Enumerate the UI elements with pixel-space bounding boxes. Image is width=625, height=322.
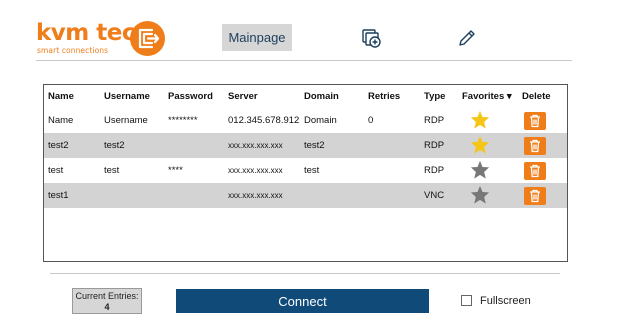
cell-type: RDP [424,115,445,126]
cell-domain: Domain [304,115,337,126]
cell-type: RDP [420,133,458,158]
logo-tagline: smart connections [37,46,109,55]
cell-password [164,133,224,158]
cell-delete [518,158,567,183]
cell-password [164,183,224,208]
header-delete: Delete [522,91,551,102]
trash-icon [530,114,540,127]
header-password[interactable]: Password [164,85,224,108]
connect-button[interactable]: Connect [176,289,429,313]
table-row[interactable]: test test **** xxx.xxx.xxx.xxx test RDP [44,158,567,183]
table-header-row: Name Username Password Server Domain Ret… [44,85,567,108]
pencil-icon[interactable] [456,27,478,54]
current-entries-box: Current Entries: 4 [72,288,142,314]
delete-button[interactable] [524,111,546,130]
current-entries-label: Current Entries: [75,291,139,301]
connections-table: Name Username Password Server Domain Ret… [43,84,568,262]
logo-mark-icon [130,21,165,56]
cell-delete [518,183,567,208]
fullscreen-label[interactable]: Fullscreen [480,295,531,307]
cell-retries [364,183,420,208]
cell-retries [364,133,420,158]
delete-button[interactable] [524,161,546,180]
cell-favorite [458,183,518,208]
header-domain[interactable]: Domain [300,85,364,108]
star-icon[interactable] [470,160,490,179]
cell-favorite [458,158,518,183]
table-row[interactable]: test2 test2 xxx.xxx.xxx.xxx test2 RDP [44,133,567,158]
header-type[interactable]: Type [420,85,458,108]
trash-icon [530,164,540,177]
cell-name: test1 [44,183,100,208]
cell-delete [518,108,567,133]
top-divider [36,60,572,61]
header-favorites[interactable]: Favorites ▾ [458,85,518,108]
header-retries[interactable]: Retries [364,85,420,108]
mainpage-button[interactable]: Mainpage [222,24,292,51]
cell-type: VNC [420,183,458,208]
kvm-tec-logo: kvm tec smart connections [36,16,171,58]
cell-favorite [458,133,518,158]
star-icon[interactable] [470,110,490,129]
delete-button[interactable] [524,136,546,155]
star-icon[interactable] [470,185,490,204]
cell-server: xxx.xxx.xxx.xxx [224,133,300,158]
cell-domain: test2 [300,133,364,158]
cell-password: ******** [168,115,198,126]
cell-username [100,183,164,208]
cell-name: test [48,165,64,176]
header-server[interactable]: Server [224,85,300,108]
cell-username: test2 [100,133,164,158]
cell-server: 012.345.678.912 [228,115,300,126]
cell-retries [364,158,420,183]
logo-brand: kvm tec [36,20,136,46]
current-entries-count: 4 [104,302,110,312]
trash-icon [530,189,540,202]
cell-favorite [458,108,518,133]
cell-type: RDP [424,165,445,176]
cell-password: **** [168,165,183,176]
table-row[interactable]: Name Username ******** 012.345.678.912 D… [44,108,567,133]
cell-server: xxx.xxx.xxx.xxx [224,183,300,208]
star-icon[interactable] [470,135,490,154]
add-tab-icon[interactable] [361,27,383,54]
cell-username: test [104,165,120,176]
cell-server: xxx.xxx.xxx.xxx [228,166,283,175]
fullscreen-checkbox[interactable] [461,295,472,306]
header-username[interactable]: Username [100,85,164,108]
cell-domain: test [304,165,320,176]
delete-button[interactable] [524,186,546,205]
trash-icon [530,139,540,152]
cell-retries: 0 [368,115,374,126]
cell-domain [300,183,364,208]
cell-delete [518,133,567,158]
cell-name: test2 [44,133,100,158]
cell-name: Name [48,115,74,126]
cell-username: Username [104,115,148,126]
bottom-divider [50,273,560,274]
table-row[interactable]: test1 xxx.xxx.xxx.xxx VNC [44,183,567,208]
header-name[interactable]: Name [44,85,100,108]
